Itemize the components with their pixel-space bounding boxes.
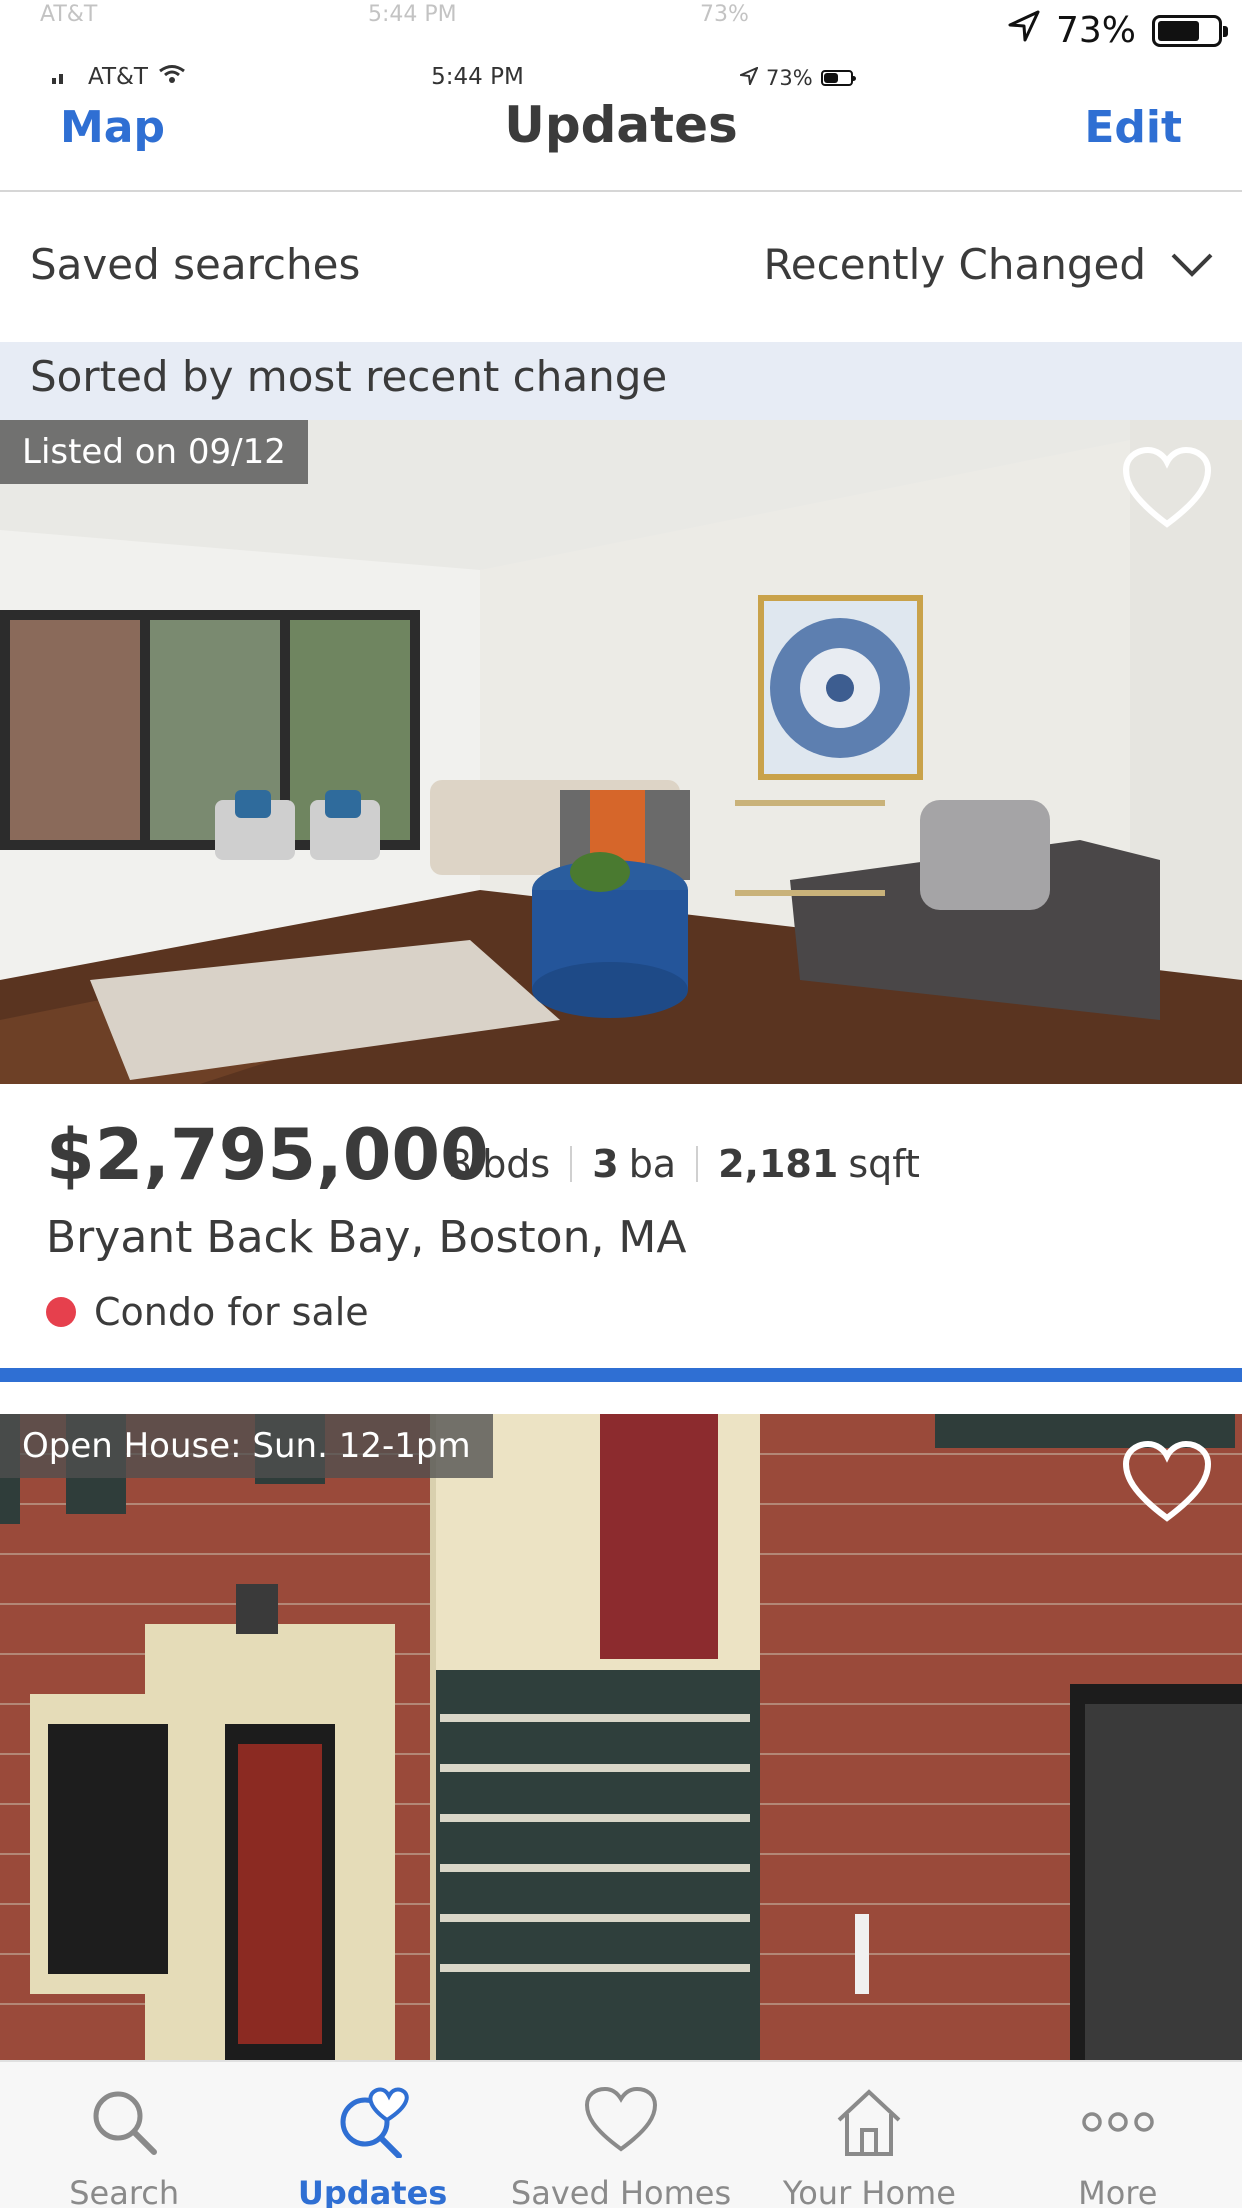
living-room-photo: [0, 420, 1242, 1084]
location-arrow-icon: [737, 66, 759, 90]
tab-label: Your Home: [782, 2174, 956, 2208]
beds-count: 3: [448, 1142, 473, 1186]
sort-dropdown[interactable]: Recently Changed: [764, 240, 1215, 289]
baths-count: 3: [592, 1142, 619, 1186]
tab-search[interactable]: Search: [0, 2062, 248, 2208]
sort-banner: Sorted by most recent change: [0, 342, 1242, 420]
spec-divider: [696, 1146, 699, 1182]
battery-percent: 73%: [1055, 10, 1136, 51]
listing-status: Condo for sale: [46, 1290, 369, 1334]
tab-label: More: [1078, 2174, 1158, 2208]
ghost-status-row: AT&T: [40, 2, 97, 27]
beds-unit: bds: [482, 1142, 551, 1186]
filter-row: Saved searches Recently Changed: [0, 194, 1242, 342]
battery-icon: [1152, 14, 1228, 47]
listing-tag: Open House: Sun. 12-1pm: [0, 1414, 493, 1478]
ghost-carrier: AT&T: [40, 2, 98, 27]
tab-bar: Search Updates Saved Homes Your Home Mor…: [0, 2060, 1242, 2208]
heart-icon: [585, 2086, 658, 2152]
tab-more[interactable]: More: [994, 2062, 1242, 2208]
sqft-count: 2,181: [718, 1142, 839, 1186]
tab-saved-homes[interactable]: Saved Homes: [497, 2062, 745, 2208]
listing-price: $2,795,000: [46, 1114, 489, 1196]
chevron-down-icon: [1170, 240, 1214, 289]
listing-photo[interactable]: Open House: Sun. 12-1pm: [0, 1414, 1242, 2060]
page-title: Updates: [504, 96, 738, 154]
ghost-time: 5:44 PM: [368, 2, 457, 27]
sort-banner-text: Sorted by most recent change: [30, 352, 668, 401]
selected-indicator: [0, 1368, 1242, 1382]
battery-icon-small: [820, 70, 856, 86]
updates-icon: [340, 2087, 409, 2158]
listing-address: Bryant Back Bay, Boston, MA: [46, 1212, 687, 1263]
listing-info[interactable]: $2,795,000 3 bds 3 ba 2,181 sqft Bryant …: [0, 1084, 1242, 1368]
ghost-battery: 73%: [700, 2, 749, 27]
spec-divider: [570, 1146, 573, 1182]
navigation-bar: Map Updates Edit: [0, 96, 1242, 192]
small-battery-indicator: 73%: [737, 66, 856, 90]
edit-button[interactable]: Edit: [1084, 102, 1182, 153]
battery-indicator: 73%: [1008, 10, 1228, 51]
location-arrow-icon: [1008, 10, 1040, 51]
status-bar: AT&T 5:44 PM 73% AT&T 5:44 PM 73% 73%: [0, 0, 1242, 96]
tab-label: Saved Homes: [510, 2174, 732, 2208]
tab-updates[interactable]: Updates: [248, 2062, 496, 2208]
home-icon: [838, 2089, 901, 2156]
status-text: Condo for sale: [94, 1290, 369, 1334]
status-dot-icon: [46, 1297, 76, 1327]
tab-label: Search: [69, 2174, 180, 2208]
brick-entrance-photo: [0, 1414, 1242, 2060]
favorite-heart-icon[interactable]: [1122, 446, 1212, 530]
listing-tag: Listed on 09/12: [0, 420, 308, 484]
tab-label: Updates: [297, 2174, 448, 2208]
sort-value: Recently Changed: [763, 240, 1147, 289]
saved-searches-label[interactable]: Saved searches: [30, 240, 360, 289]
favorite-heart-icon[interactable]: [1122, 1440, 1212, 1524]
sqft-unit: sqft: [848, 1142, 920, 1186]
listing-specs: 3 bds 3 ba 2,181 sqft: [448, 1142, 920, 1186]
tab-your-home[interactable]: Your Home: [745, 2062, 993, 2208]
listing-photo[interactable]: Listed on 09/12: [0, 420, 1242, 1084]
baths-unit: ba: [628, 1142, 677, 1186]
search-icon: [93, 2091, 158, 2155]
battery-percent-small: 73%: [766, 66, 813, 90]
more-icon: [1082, 2112, 1154, 2132]
